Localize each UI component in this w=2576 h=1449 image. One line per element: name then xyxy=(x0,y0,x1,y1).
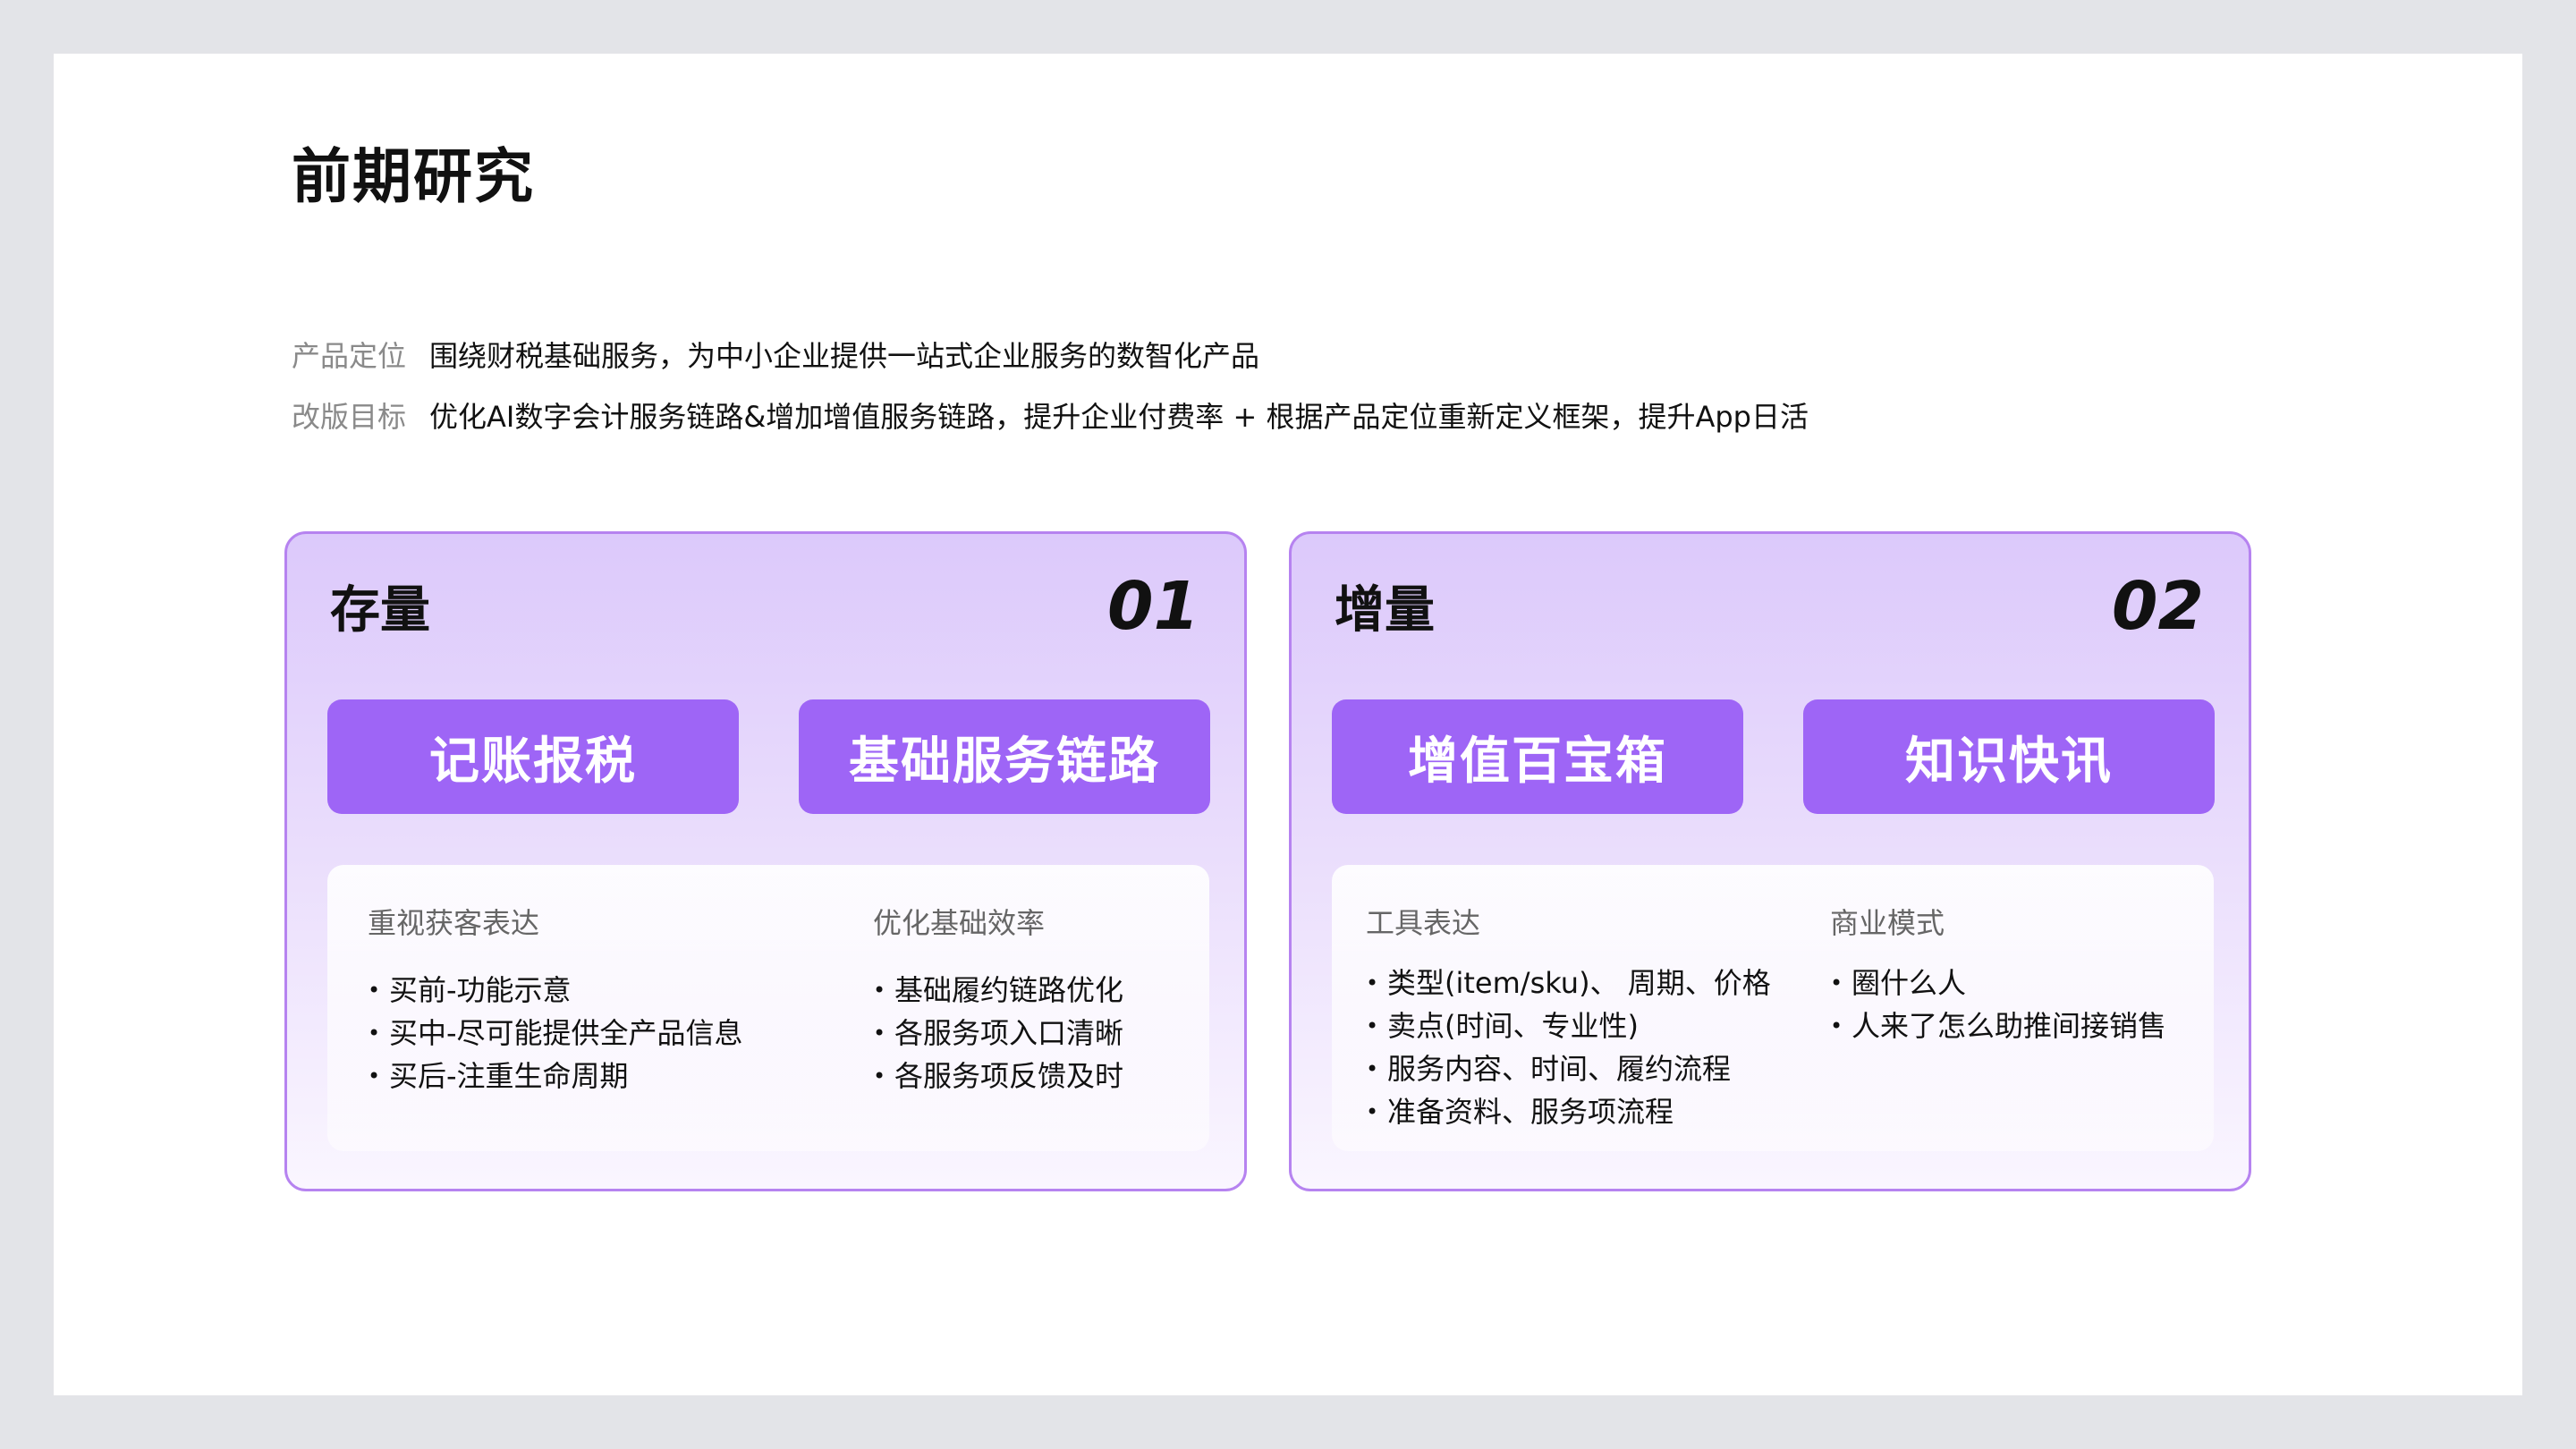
card-increment: 增量 02 增值百宝箱 知识快讯 工具表达 类型(item/sku)、 周期、价… xyxy=(1289,531,2251,1191)
bullet-list: 类型(item/sku)、 周期、价格 卖点(时间、专业性) 服务内容、时间、履… xyxy=(1366,962,1771,1133)
page-title: 前期研究 xyxy=(292,142,535,211)
card-title: 增量 xyxy=(1335,581,1435,640)
list-item: 买后-注重生命周期 xyxy=(368,1055,743,1097)
card-title: 存量 xyxy=(330,581,430,640)
list-item: 各服务项入口清晰 xyxy=(873,1012,1123,1055)
list-item: 圈什么人 xyxy=(1830,962,2166,1004)
bullet-list: 基础履约链路优化 各服务项入口清晰 各服务项反馈及时 xyxy=(873,969,1123,1097)
list-item: 人来了怎么助推间接销售 xyxy=(1830,1004,2166,1047)
pill-basic-service-chain[interactable]: 基础服务链路 xyxy=(799,699,1210,814)
column-heading: 工具表达 xyxy=(1366,906,1481,940)
positioning-value: 围绕财税基础服务，为中小企业提供一站式企业服务的数智化产品 xyxy=(429,339,1260,373)
list-item: 基础履约链路优化 xyxy=(873,969,1123,1012)
detail-panel: 工具表达 类型(item/sku)、 周期、价格 卖点(时间、专业性) 服务内容… xyxy=(1332,865,2214,1151)
list-item: 准备资料、服务项流程 xyxy=(1366,1090,1771,1133)
column-heading: 重视获客表达 xyxy=(368,906,540,940)
column-efficiency: 优化基础效率 基础履约链路优化 各服务项入口清晰 各服务项反馈及时 xyxy=(873,901,1123,1097)
detail-panel: 重视获客表达 买前-功能示意 买中-尽可能提供全产品信息 买后-注重生命周期 优… xyxy=(327,865,1209,1151)
column-acquisition: 重视获客表达 买前-功能示意 买中-尽可能提供全产品信息 买后-注重生命周期 xyxy=(368,901,743,1097)
column-tool-expression: 工具表达 类型(item/sku)、 周期、价格 卖点(时间、专业性) 服务内容… xyxy=(1366,901,1771,1133)
goal-label: 改版目标 xyxy=(292,400,407,434)
list-item: 卖点(时间、专业性) xyxy=(1366,1004,1771,1047)
card-number: 01 xyxy=(1107,568,1199,645)
pill-knowledge-news[interactable]: 知识快讯 xyxy=(1803,699,2215,814)
card-number: 02 xyxy=(2112,568,2204,645)
card-stock: 存量 01 记账报税 基础服务链路 重视获客表达 买前-功能示意 买中-尽可能提… xyxy=(284,531,1247,1191)
goal-row: 改版目标 优化AI数字会计服务链路&增加增值服务链路，提升企业付费率 + 根据产品… xyxy=(292,399,1809,435)
list-item: 买中-尽可能提供全产品信息 xyxy=(368,1012,743,1055)
goal-value: 优化AI数字会计服务链路&增加增值服务链路，提升企业付费率 + 根据产品定位重新… xyxy=(429,400,1809,434)
bullet-list: 买前-功能示意 买中-尽可能提供全产品信息 买后-注重生命周期 xyxy=(368,969,743,1097)
list-item: 类型(item/sku)、 周期、价格 xyxy=(1366,962,1771,1004)
pill-accounting-tax[interactable]: 记账报税 xyxy=(327,699,739,814)
positioning-row: 产品定位 围绕财税基础服务，为中小企业提供一站式企业服务的数智化产品 xyxy=(292,338,1259,374)
column-heading: 商业模式 xyxy=(1830,906,1945,940)
column-business-model: 商业模式 圈什么人 人来了怎么助推间接销售 xyxy=(1830,901,2166,1047)
bullet-list: 圈什么人 人来了怎么助推间接销售 xyxy=(1830,962,2166,1047)
list-item: 各服务项反馈及时 xyxy=(873,1055,1123,1097)
list-item: 买前-功能示意 xyxy=(368,969,743,1012)
pill-value-added-toolbox[interactable]: 增值百宝箱 xyxy=(1332,699,1743,814)
list-item: 服务内容、时间、履约流程 xyxy=(1366,1047,1771,1090)
slide: 前期研究 产品定位 围绕财税基础服务，为中小企业提供一站式企业服务的数智化产品 改… xyxy=(54,54,2522,1395)
positioning-label: 产品定位 xyxy=(292,339,407,373)
column-heading: 优化基础效率 xyxy=(873,906,1046,940)
